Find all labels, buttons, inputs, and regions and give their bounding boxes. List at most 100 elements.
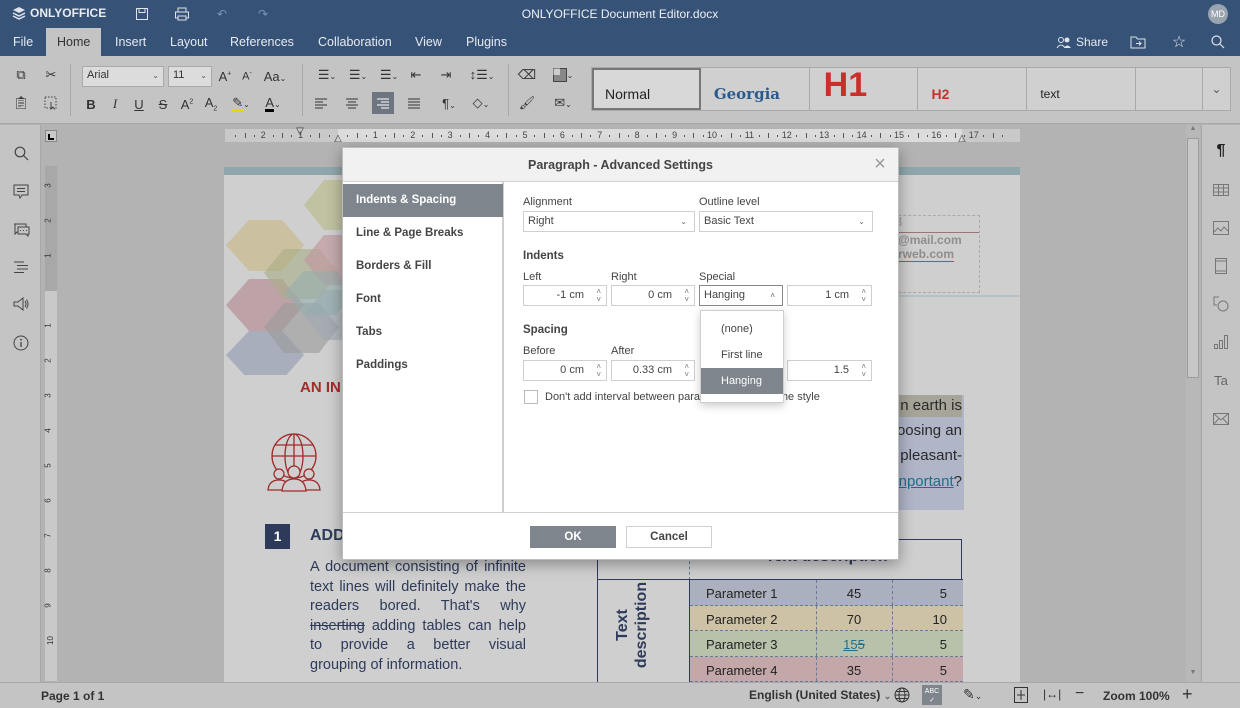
strikethrough-button[interactable]: S bbox=[152, 93, 174, 115]
numbering-button[interactable]: ☰⌄ bbox=[343, 64, 373, 86]
tab-layout[interactable]: Layout bbox=[159, 28, 219, 56]
fit-page-button[interactable] bbox=[1014, 687, 1028, 706]
zoom-level[interactable]: Zoom 100% bbox=[1103, 689, 1170, 703]
sidebar-about-button[interactable] bbox=[10, 332, 32, 354]
scroll-down-button[interactable]: ▼ bbox=[1187, 669, 1199, 680]
style-heading-2[interactable]: H2 bbox=[918, 68, 1027, 110]
spacing-after-input[interactable]: 0.33 cm˄˅ bbox=[611, 360, 695, 381]
language-select[interactable]: English (United States) ⌄ bbox=[749, 688, 891, 702]
left-indent-input[interactable]: -1 cm˄˅ bbox=[523, 285, 607, 306]
mail-merge-settings-button[interactable] bbox=[1210, 408, 1232, 430]
align-center-button[interactable] bbox=[341, 92, 363, 114]
underline-button[interactable]: U bbox=[128, 93, 150, 115]
nav-font[interactable]: Font bbox=[343, 283, 503, 316]
clear-style-button[interactable]: ⌫ bbox=[516, 64, 538, 86]
font-color-button[interactable]: A⌄ bbox=[258, 93, 288, 115]
parameters-table[interactable]: Text description Text description Parame… bbox=[597, 539, 962, 682]
image-settings-button[interactable] bbox=[1210, 217, 1232, 239]
sidebar-chat-button[interactable] bbox=[10, 218, 32, 240]
first-line-indent-marker[interactable]: ▽ bbox=[296, 126, 304, 137]
special-indent-by-input[interactable]: 1 cm˄˅ bbox=[787, 285, 872, 306]
same-style-interval-checkbox[interactable] bbox=[524, 390, 538, 404]
special-option-first-line[interactable]: First line bbox=[701, 342, 783, 368]
highlight-color-button[interactable]: ✎⌄ bbox=[226, 93, 256, 115]
table-row[interactable]: Parameter 31555 bbox=[690, 631, 963, 657]
text-art-settings-button[interactable]: Ta bbox=[1210, 369, 1232, 391]
header-footer-settings-button[interactable] bbox=[1210, 255, 1232, 277]
tab-home[interactable]: Home bbox=[46, 28, 101, 56]
superscript-button[interactable]: A2 bbox=[176, 93, 198, 115]
bullets-button[interactable]: ☰⌄ bbox=[312, 64, 342, 86]
spin-down-icon[interactable]: ˅ bbox=[596, 296, 601, 304]
style-heading-1[interactable]: H1 bbox=[810, 68, 919, 110]
style-empty[interactable] bbox=[1136, 68, 1202, 110]
document-language-button[interactable] bbox=[894, 687, 910, 706]
right-indent-input[interactable]: 0 cm˄˅ bbox=[611, 285, 695, 306]
justify-button[interactable] bbox=[403, 92, 425, 114]
zoom-out-button[interactable]: − bbox=[1075, 685, 1084, 703]
fit-width-button[interactable]: |↔| bbox=[1043, 687, 1061, 701]
mail-merge-button[interactable]: ✉⌄ bbox=[548, 92, 578, 114]
style-text[interactable]: text bbox=[1027, 68, 1136, 110]
tab-collaboration[interactable]: Collaboration bbox=[307, 28, 403, 56]
change-case-button[interactable]: Aa⌄ bbox=[260, 65, 290, 87]
scroll-up-button[interactable]: ▲ bbox=[1187, 125, 1199, 136]
nav-tabs[interactable]: Tabs bbox=[343, 316, 503, 349]
select-all-button[interactable] bbox=[40, 92, 62, 114]
special-option-none[interactable]: (none) bbox=[701, 316, 783, 342]
styles-expand-button[interactable]: ⌄ bbox=[1203, 67, 1231, 111]
vertical-ruler[interactable]: 32112345678910 bbox=[45, 166, 57, 681]
scrollbar-thumb[interactable] bbox=[1187, 138, 1199, 378]
spin-down-icon[interactable]: ˅ bbox=[684, 296, 689, 304]
decrease-indent-button[interactable]: ⇤ bbox=[405, 64, 427, 86]
tab-references[interactable]: References bbox=[219, 28, 305, 56]
paragraph-shading-button[interactable]: ◇⌄ bbox=[466, 92, 496, 114]
font-size-select[interactable]: 11⌄ bbox=[168, 66, 212, 87]
chart-settings-button[interactable] bbox=[1210, 331, 1232, 353]
increase-indent-button[interactable]: ⇥ bbox=[435, 64, 457, 86]
line-spacing-button[interactable]: ↕☰⌄ bbox=[466, 64, 498, 86]
sidebar-navigation-button[interactable] bbox=[10, 256, 32, 278]
spin-down-icon[interactable]: ˅ bbox=[861, 296, 866, 304]
line-spacing-value-input[interactable]: 1.5˄˅ bbox=[787, 360, 872, 381]
special-indent-select[interactable]: Hanging˄ bbox=[699, 285, 783, 306]
search-button[interactable] bbox=[1208, 32, 1228, 52]
copy-button[interactable]: ⧉ bbox=[10, 64, 32, 86]
sidebar-search-button[interactable] bbox=[10, 142, 32, 164]
page-indicator[interactable]: Page 1 of 1 bbox=[41, 689, 104, 703]
paste-button[interactable]: 📋︎ bbox=[10, 92, 32, 114]
tab-file[interactable]: File bbox=[2, 28, 44, 56]
tab-insert[interactable]: Insert bbox=[104, 28, 157, 56]
ok-button[interactable]: OK bbox=[530, 526, 616, 548]
open-file-location-button[interactable] bbox=[1128, 32, 1148, 52]
text-link[interactable]: nportant bbox=[899, 473, 954, 490]
zoom-in-button[interactable]: + bbox=[1182, 684, 1193, 705]
share-button[interactable]: Share bbox=[1056, 35, 1108, 49]
bold-button[interactable]: B bbox=[80, 93, 102, 115]
sidebar-comments-button[interactable] bbox=[10, 180, 32, 202]
align-left-button[interactable] bbox=[310, 92, 332, 114]
subscript-button[interactable]: A2 bbox=[200, 93, 222, 115]
spell-check-button[interactable]: ABC✓ bbox=[922, 685, 942, 705]
multilevel-list-button[interactable]: ☰⌄ bbox=[374, 64, 404, 86]
cancel-button[interactable]: Cancel bbox=[626, 526, 712, 548]
tab-stop-selector[interactable] bbox=[45, 130, 57, 142]
sidebar-feedback-button[interactable] bbox=[10, 293, 32, 315]
tab-view[interactable]: View bbox=[404, 28, 453, 56]
outline-level-select[interactable]: Basic Text⌄ bbox=[699, 211, 873, 232]
nav-indents-spacing[interactable]: Indents & Spacing bbox=[343, 184, 503, 217]
table-settings-button[interactable] bbox=[1210, 179, 1232, 201]
spin-down-icon[interactable]: ˅ bbox=[596, 371, 601, 379]
italic-button[interactable]: I bbox=[104, 93, 126, 115]
color-scheme-button[interactable]: ⌄ bbox=[548, 64, 578, 86]
table-row[interactable]: Parameter 27010 bbox=[690, 606, 963, 632]
copy-style-button[interactable]: 🖌︎ bbox=[516, 92, 538, 114]
increase-font-button[interactable]: A+ bbox=[214, 65, 236, 87]
table-row[interactable]: Parameter 1455 bbox=[690, 580, 963, 606]
spin-down-icon[interactable]: ˅ bbox=[684, 371, 689, 379]
nav-paddings[interactable]: Paddings bbox=[343, 349, 503, 382]
spin-down-icon[interactable]: ˅ bbox=[861, 371, 866, 379]
font-name-select[interactable]: Arial⌄ bbox=[82, 66, 164, 87]
track-changes-button[interactable]: ✎⌄ bbox=[963, 686, 982, 703]
user-avatar[interactable]: MD bbox=[1208, 4, 1228, 24]
